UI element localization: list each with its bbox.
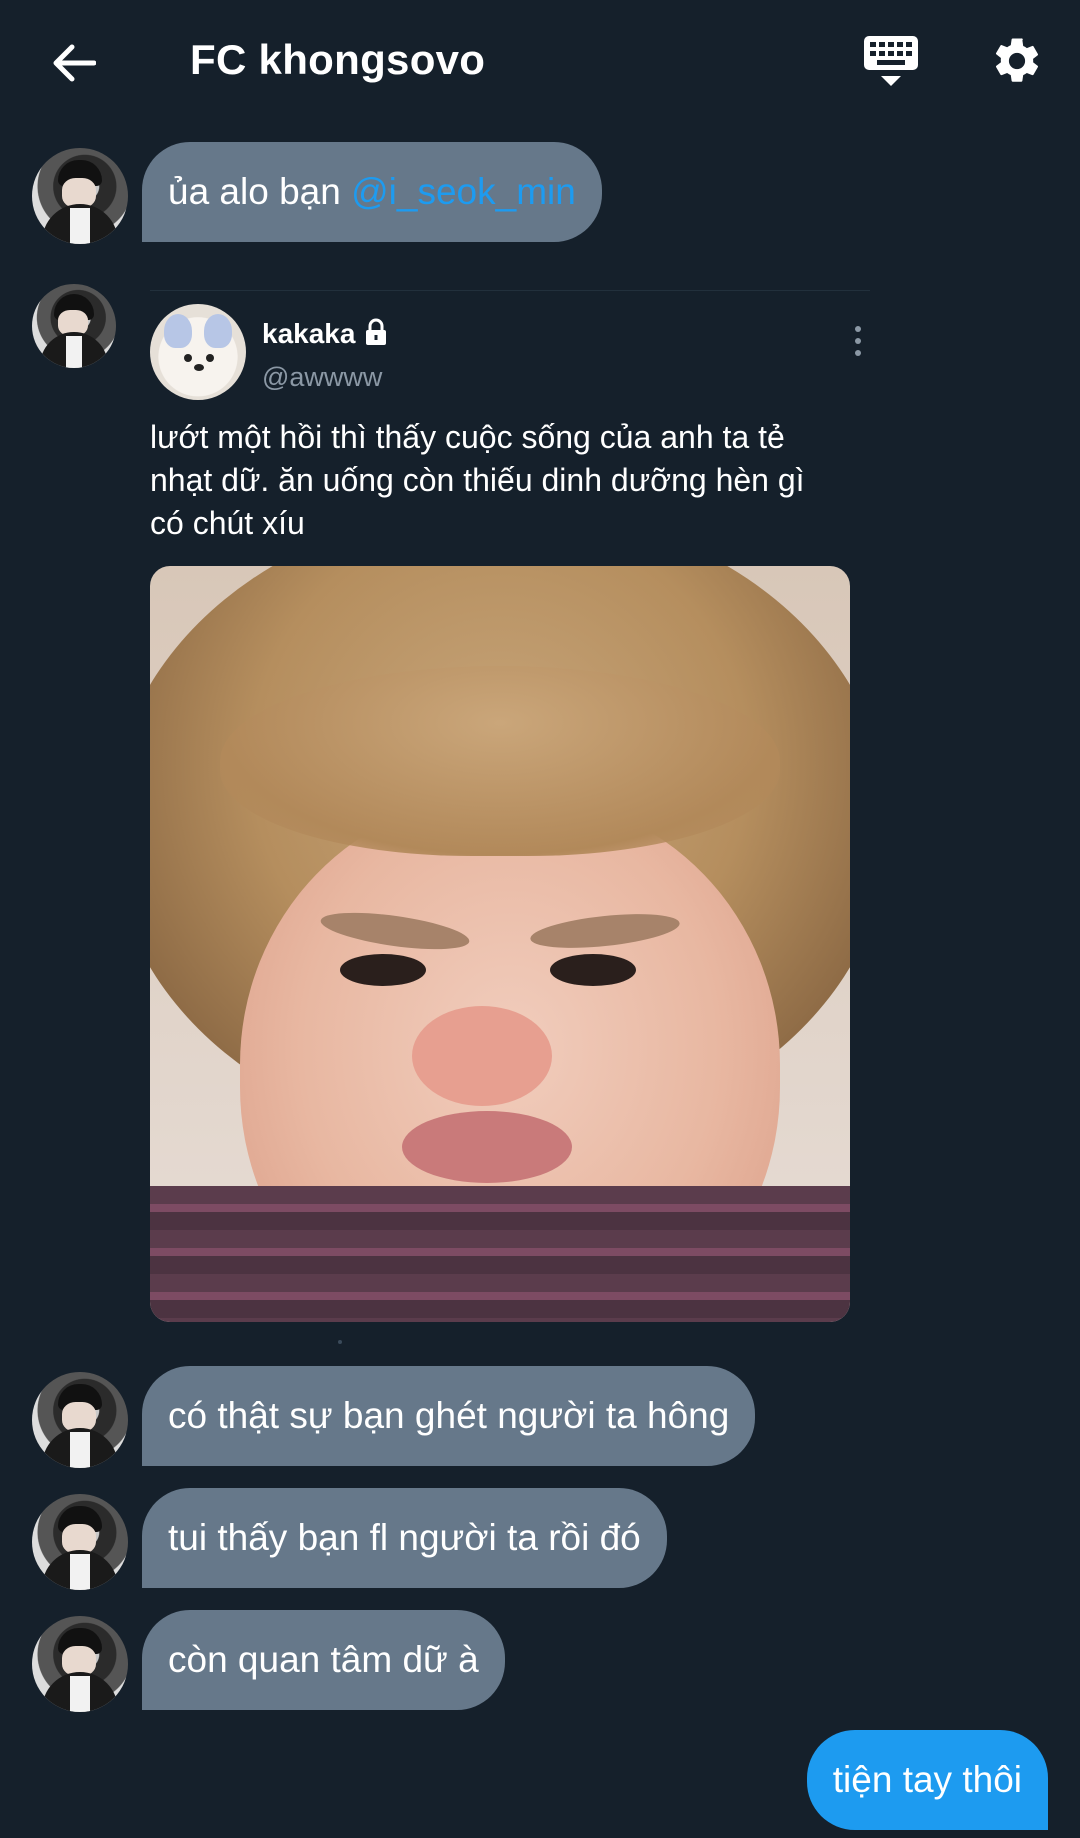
- message-bubble[interactable]: còn quan tâm dữ à: [142, 1610, 505, 1710]
- author-name-text: kakaka: [262, 318, 356, 349]
- dm-conversation-screen: FC khongsovo ủa alo bạn @i_seok_min kaka…: [0, 0, 1080, 1838]
- tweet-text: lướt một hồi thì thấy cuộc sống của anh …: [150, 419, 805, 541]
- message-text: có thật sự bạn ghét người ta hông: [168, 1395, 730, 1436]
- message-text: ủa alo bạn: [168, 171, 352, 212]
- keyboard-button[interactable]: [858, 28, 924, 94]
- top-bar: FC khongsovo: [0, 0, 1080, 120]
- outgoing-message-bubble[interactable]: tiện tay thôi: [806, 1730, 1048, 1830]
- tweet-author-avatar[interactable]: [150, 304, 246, 400]
- conversation-title: FC khongsovo: [190, 36, 486, 83]
- tweet-author-handle: @awwww: [262, 362, 383, 392]
- gear-icon: [995, 38, 1039, 82]
- back-button[interactable]: [40, 30, 106, 96]
- sender-avatar[interactable]: [32, 1494, 128, 1590]
- sender-avatar[interactable]: [32, 284, 116, 368]
- message-text: tui thấy bạn fl người ta rồi đó: [168, 1517, 641, 1558]
- message-text: còn quan tâm dữ à: [168, 1639, 479, 1680]
- message-text: tiện tay thôi: [832, 1759, 1022, 1800]
- lock-icon: [366, 318, 387, 345]
- divider: [150, 290, 870, 291]
- sender-avatar[interactable]: [32, 1372, 128, 1468]
- settings-button[interactable]: [984, 28, 1050, 94]
- tweet-photo[interactable]: [150, 566, 850, 1322]
- sender-avatar[interactable]: [32, 1616, 128, 1712]
- mention-link[interactable]: @i_seok_min: [351, 171, 576, 212]
- sender-avatar[interactable]: [32, 148, 128, 244]
- keyboard-icon: [864, 36, 918, 86]
- tweet-author-name[interactable]: kakaka: [262, 318, 389, 350]
- message-bubble[interactable]: ủa alo bạn @i_seok_min: [142, 142, 602, 242]
- message-bubble[interactable]: có thật sự bạn ghét người ta hông: [142, 1366, 756, 1466]
- message-bubble[interactable]: tui thấy bạn fl người ta rồi đó: [142, 1488, 667, 1588]
- arrow-left-icon: [53, 44, 96, 82]
- more-options-button[interactable]: [846, 324, 870, 364]
- separator-dot: [338, 1340, 342, 1344]
